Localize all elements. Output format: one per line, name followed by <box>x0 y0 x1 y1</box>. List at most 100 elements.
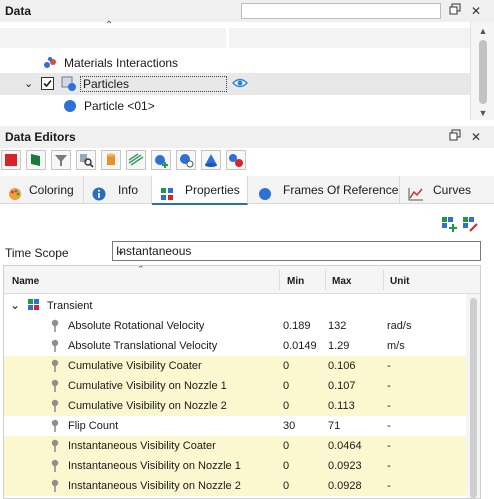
table-row[interactable]: Cumulative Visibility on Nozzle 1 0 0.107 - <box>4 376 466 396</box>
tree-item-materials-interactions[interactable]: Materials Interactions <box>0 52 470 74</box>
table-row[interactable]: Cumulative Visibility Coater 0 0.106 - <box>4 356 466 376</box>
scroll-thumb[interactable] <box>479 40 487 104</box>
cylinder-icon[interactable] <box>101 150 121 170</box>
property-name: Instantaneous Visibility on Nozzle 1 <box>68 460 241 472</box>
chevron-down-icon[interactable]: ⌄ <box>10 298 20 312</box>
add-particle-icon[interactable] <box>151 150 171 170</box>
property-unit: - <box>387 380 391 392</box>
pin-icon <box>50 359 60 373</box>
properties-icon <box>28 299 40 314</box>
stripes-icon[interactable] <box>126 150 146 170</box>
particles-group-icon[interactable] <box>226 150 246 170</box>
column-header-unit[interactable]: Unit <box>390 276 409 287</box>
table-row[interactable]: Instantaneous Visibility on Nozzle 1 0 0.0… <box>4 456 466 476</box>
group-row-transient[interactable]: ⌄ Transient <box>4 296 466 316</box>
property-min: 0.189 <box>283 320 311 332</box>
red-cube-icon[interactable] <box>1 150 21 170</box>
float-panel-icon[interactable] <box>447 3 463 19</box>
scroll-up-icon[interactable]: ▲ <box>471 24 494 38</box>
properties-grid: ⌃ Name Min Max Unit ⌄ Transient Absolute… <box>3 265 481 499</box>
pin-icon <box>50 399 60 413</box>
close-icon[interactable]: ✕ <box>468 3 484 19</box>
property-max: 0.0464 <box>328 440 362 452</box>
column-header-min[interactable]: Min <box>287 276 304 287</box>
tab-curves[interactable]: Curves <box>400 176 494 204</box>
tree-item-label: Particle <01> <box>84 99 155 113</box>
table-row[interactable]: Flip Count 30 71 - <box>4 416 466 436</box>
property-min: 0 <box>283 440 290 452</box>
funnel-icon[interactable] <box>51 150 71 170</box>
group-label: Transient <box>47 300 93 312</box>
property-unit: - <box>387 360 391 372</box>
property-min: 0.0149 <box>283 340 317 352</box>
edit-properties-icon[interactable] <box>462 216 478 235</box>
property-min: 0 <box>283 480 290 492</box>
frames-icon <box>258 183 272 200</box>
green-surface-icon[interactable] <box>26 150 46 170</box>
pin-icon <box>50 459 60 473</box>
info-icon <box>92 183 106 201</box>
table-row[interactable]: Absolute Translational Velocity 0.0149 1.2… <box>4 336 466 356</box>
property-name: Instantaneous Visibility on Nozzle 2 <box>68 480 241 492</box>
pin-icon <box>50 379 60 393</box>
editors-panel-title: Data Editors <box>5 130 76 144</box>
property-name: Absolute Rotational Velocity <box>68 320 205 332</box>
property-max: 0.0923 <box>328 460 362 472</box>
cone-icon[interactable] <box>201 150 221 170</box>
add-property-icon[interactable] <box>441 216 457 235</box>
float-panel-icon[interactable] <box>447 129 463 145</box>
property-min: 0 <box>283 380 290 392</box>
data-panel-header: Data ✕ <box>0 0 494 22</box>
column-header-name[interactable]: Name <box>12 276 39 287</box>
particles-icon <box>61 76 77 95</box>
tab-coloring[interactable]: Coloring <box>0 176 84 204</box>
tree-item-particles[interactable]: ⌄ Particles <box>0 73 470 95</box>
time-scope-select[interactable]: Instantaneous ⌄ <box>112 241 481 261</box>
tab-frames-of-reference[interactable]: Frames Of Reference <box>248 176 400 204</box>
property-unit: - <box>387 460 391 472</box>
property-max: 1.29 <box>328 340 350 352</box>
table-row[interactable]: Cumulative Visibility on Nozzle 2 0 0.113 - <box>4 396 466 416</box>
property-max: 0.0928 <box>328 480 362 492</box>
property-unit: - <box>387 480 391 492</box>
property-name: Flip Count <box>68 420 119 432</box>
data-tree: ⌃ Materials Interactions ⌄ Particles Par… <box>0 20 470 120</box>
tab-properties[interactable]: Properties <box>152 176 248 205</box>
grid-scrollbar[interactable] <box>466 294 480 498</box>
tree-column-header <box>229 28 470 48</box>
table-row[interactable]: Instantaneous Visibility on Nozzle 2 0 0.0… <box>4 476 466 496</box>
curves-icon <box>408 183 423 201</box>
tab-label: Info <box>118 183 139 197</box>
properties-icon <box>160 183 174 200</box>
data-search-input[interactable] <box>241 3 441 19</box>
property-min: 30 <box>283 420 296 432</box>
column-header-max[interactable]: Max <box>332 276 351 287</box>
materials-interactions-icon <box>43 56 57 73</box>
tab-label: Curves <box>433 183 472 197</box>
property-unit: - <box>387 420 391 432</box>
tree-item-label: Materials Interactions <box>64 56 179 70</box>
particles-checkbox[interactable] <box>41 77 54 90</box>
palette-icon <box>8 183 22 200</box>
tree-item-particle-01[interactable]: Particle <01> <box>0 95 470 117</box>
property-unit: rad/s <box>387 320 412 332</box>
table-row[interactable]: Instantaneous Visibility Coater 0 0.0464 - <box>4 436 466 456</box>
scroll-thumb[interactable] <box>470 298 477 498</box>
pin-icon <box>50 319 60 333</box>
chevron-down-icon: ⌄ <box>116 243 127 257</box>
data-tree-scrollbar[interactable]: ▲ ▼ <box>470 22 494 120</box>
particle-settings-icon[interactable] <box>176 150 196 170</box>
property-min: 0 <box>283 400 290 412</box>
tab-info[interactable]: Info <box>84 176 152 204</box>
chevron-down-icon[interactable]: ⌄ <box>24 77 33 90</box>
editor-tabs: Coloring Info Properties Frames Of Refer… <box>0 176 494 205</box>
data-panel-title: Data <box>5 4 32 18</box>
close-icon[interactable]: ✕ <box>468 129 484 145</box>
property-unit: - <box>387 400 391 412</box>
search-particles-icon[interactable] <box>76 150 96 170</box>
property-name: Instantaneous Visibility Coater <box>68 440 216 452</box>
scroll-down-icon[interactable]: ▼ <box>471 106 494 120</box>
table-row[interactable]: Absolute Rotational Velocity 0.189 132 rad/… <box>4 316 466 336</box>
sort-up-icon[interactable]: ⌃ <box>137 266 145 275</box>
eye-icon[interactable] <box>232 77 248 92</box>
